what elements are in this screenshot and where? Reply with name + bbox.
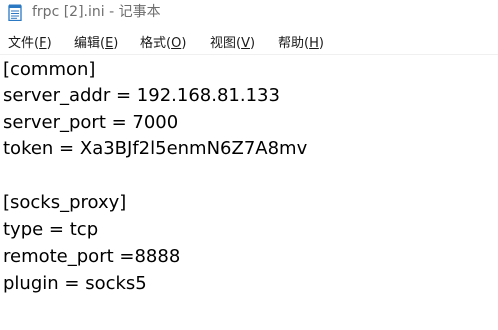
menu-edit-close: ) [113,36,119,51]
menu-format[interactable]: 格式(O) [140,35,186,52]
editor-line: plugin = socks5 [3,273,147,294]
text-editor[interactable]: [common] server_addr = 192.168.81.133 se… [0,55,498,330]
menu-file-close: ) [46,36,52,51]
menu-format-label: 格式( [140,36,172,51]
menu-view-mnemonic: V [241,36,250,51]
menu-view-close: ) [249,36,256,51]
editor-line: server_port = 7000 [3,112,179,133]
menu-help-close: ) [318,36,324,51]
menu-file-label: 文件( [8,36,40,51]
editor-line: [common] [3,59,96,80]
window-title: frpc [2].ini - 记事本 [32,4,161,20]
menu-view-label: 视图( [210,36,242,51]
menu-view[interactable]: 视图(V) [210,35,255,52]
editor-line: server_addr = 192.168.81.133 [3,85,280,106]
editor-line: type = tcp [3,219,99,240]
menu-help-mnemonic: H [309,36,319,51]
title-bar[interactable]: frpc [2].ini - 记事本 [0,0,498,28]
menu-help-label: 帮助( [278,36,310,51]
editor-line: remote_port =8888 [3,246,181,267]
menu-help[interactable]: 帮助(H) [278,35,324,52]
menu-format-mnemonic: O [171,36,182,51]
menu-format-close: ) [181,36,187,51]
notepad-icon [8,4,22,21]
editor-line: token = Xa3BJf2l5enmN6Z7A8mv [3,138,308,159]
menu-file[interactable]: 文件(F) [8,35,52,52]
menu-edit[interactable]: 编辑(E) [74,35,118,52]
menu-edit-label: 编辑( [74,36,106,51]
editor-line: [socks_proxy] [3,192,127,213]
menu-bar: 文件(F) 编辑(E) 格式(O) 视图(V) 帮助(H) [0,30,498,54]
menu-file-mnemonic: F [39,36,47,51]
